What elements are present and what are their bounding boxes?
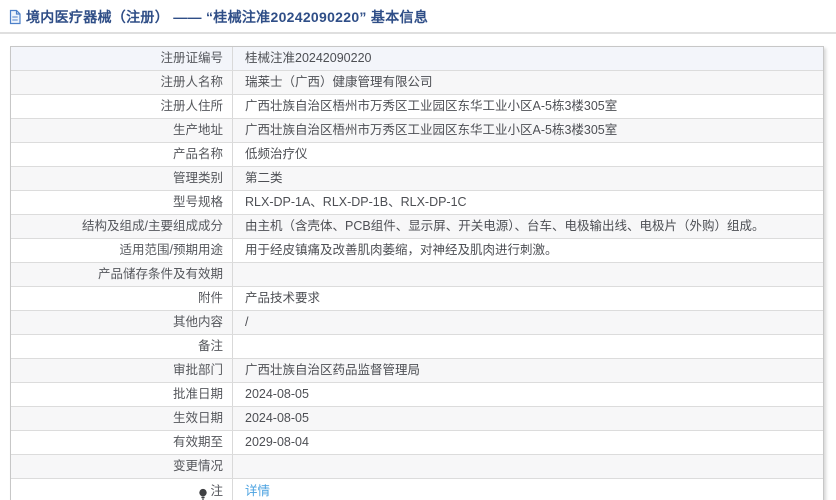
table-row: 注 详情: [11, 479, 823, 500]
table-row: 生产地址 广西壮族自治区梧州市万秀区工业园区东华工业小区A-5栋3楼305室: [11, 119, 823, 143]
row-value: 桂械注准20242090220: [245, 51, 372, 65]
row-value: 产品技术要求: [245, 291, 321, 305]
table-row: 变更情况: [11, 455, 823, 479]
row-label: 型号规格: [11, 191, 233, 214]
row-label-text: 注: [210, 483, 223, 498]
row-label: 注册人住所: [11, 95, 233, 118]
row-value: 详情: [233, 480, 823, 500]
row-label: 批准日期: [11, 383, 233, 406]
row-label: 产品名称: [11, 143, 233, 166]
row-value: 广西壮族自治区药品监督管理局: [245, 363, 421, 377]
table-row: 注册人名称 瑞莱士（广西）健康管理有限公司: [11, 71, 823, 95]
table-row: 其他内容 /: [11, 311, 823, 335]
row-label: 管理类别: [11, 167, 233, 190]
row-label: 适用范围/预期用途: [11, 239, 233, 262]
row-value: 广西壮族自治区梧州市万秀区工业园区东华工业小区A-5栋3楼305室: [245, 123, 618, 137]
row-value: RLX-DP-1A、RLX-DP-1B、RLX-DP-1C: [245, 195, 467, 209]
table-row: 适用范围/预期用途 用于经皮镇痛及改善肌肉萎缩，对神经及肌肉进行刺激。: [11, 239, 823, 263]
table-row: 注册人住所 广西壮族自治区梧州市万秀区工业园区东华工业小区A-5栋3楼305室: [11, 95, 823, 119]
registration-info-table: 注册证编号 桂械注准20242090220 注册人名称 瑞莱士（广西）健康管理有…: [10, 46, 824, 500]
table-row: 产品储存条件及有效期: [11, 263, 823, 287]
table-row[interactable]: 注册证编号 桂械注准20242090220: [11, 47, 823, 71]
row-value: /: [245, 315, 249, 329]
row-label: 注册证编号: [11, 47, 233, 70]
row-label: 结构及组成/主要组成成分: [11, 215, 233, 238]
row-label: 附件: [11, 287, 233, 310]
row-value: 瑞莱士（广西）健康管理有限公司: [245, 75, 433, 89]
row-label: 注: [11, 479, 233, 500]
table-row: 备注: [11, 335, 823, 359]
row-value: 广西壮族自治区梧州市万秀区工业园区东华工业小区A-5栋3楼305室: [245, 99, 618, 113]
row-value: 2024-08-05: [245, 411, 309, 425]
table-row: 产品名称 低频治疗仪: [11, 143, 823, 167]
row-label: 注册人名称: [11, 71, 233, 94]
table-row: 附件 产品技术要求: [11, 287, 823, 311]
row-value: 低频治疗仪: [245, 147, 308, 161]
table-row: 审批部门 广西壮族自治区药品监督管理局: [11, 359, 823, 383]
detail-link[interactable]: 详情: [245, 484, 270, 498]
table-row: 型号规格 RLX-DP-1A、RLX-DP-1B、RLX-DP-1C: [11, 191, 823, 215]
row-value: 第二类: [245, 171, 283, 185]
row-value: 用于经皮镇痛及改善肌肉萎缩，对神经及肌肉进行刺激。: [245, 243, 558, 257]
row-value: 2024-08-05: [245, 387, 309, 401]
page-title: 境内医疗器械（注册） —— “桂械注准20242090220” 基本信息: [26, 9, 429, 25]
table-row: 管理类别 第二类: [11, 167, 823, 191]
page-header: 境内医疗器械（注册） —— “桂械注准20242090220” 基本信息: [0, 0, 836, 34]
lightbulb-icon: [197, 486, 209, 500]
row-value: 2029-08-04: [245, 435, 309, 449]
row-label: 生效日期: [11, 407, 233, 430]
table-row: 批准日期 2024-08-05: [11, 383, 823, 407]
row-label: 有效期至: [11, 431, 233, 454]
table-row: 结构及组成/主要组成成分 由主机（含壳体、PCB组件、显示屏、开关电源）、台车、…: [11, 215, 823, 239]
table-row: 生效日期 2024-08-05: [11, 407, 823, 431]
row-label: 审批部门: [11, 359, 233, 382]
document-icon: [8, 9, 22, 25]
row-label: 产品储存条件及有效期: [11, 263, 233, 286]
row-label: 其他内容: [11, 311, 233, 334]
table-row: 有效期至 2029-08-04: [11, 431, 823, 455]
row-label: 变更情况: [11, 455, 233, 478]
row-value: 由主机（含壳体、PCB组件、显示屏、开关电源）、台车、电极输出线、电极片（外购）…: [245, 219, 765, 233]
row-label: 备注: [11, 335, 233, 358]
row-label: 生产地址: [11, 119, 233, 142]
